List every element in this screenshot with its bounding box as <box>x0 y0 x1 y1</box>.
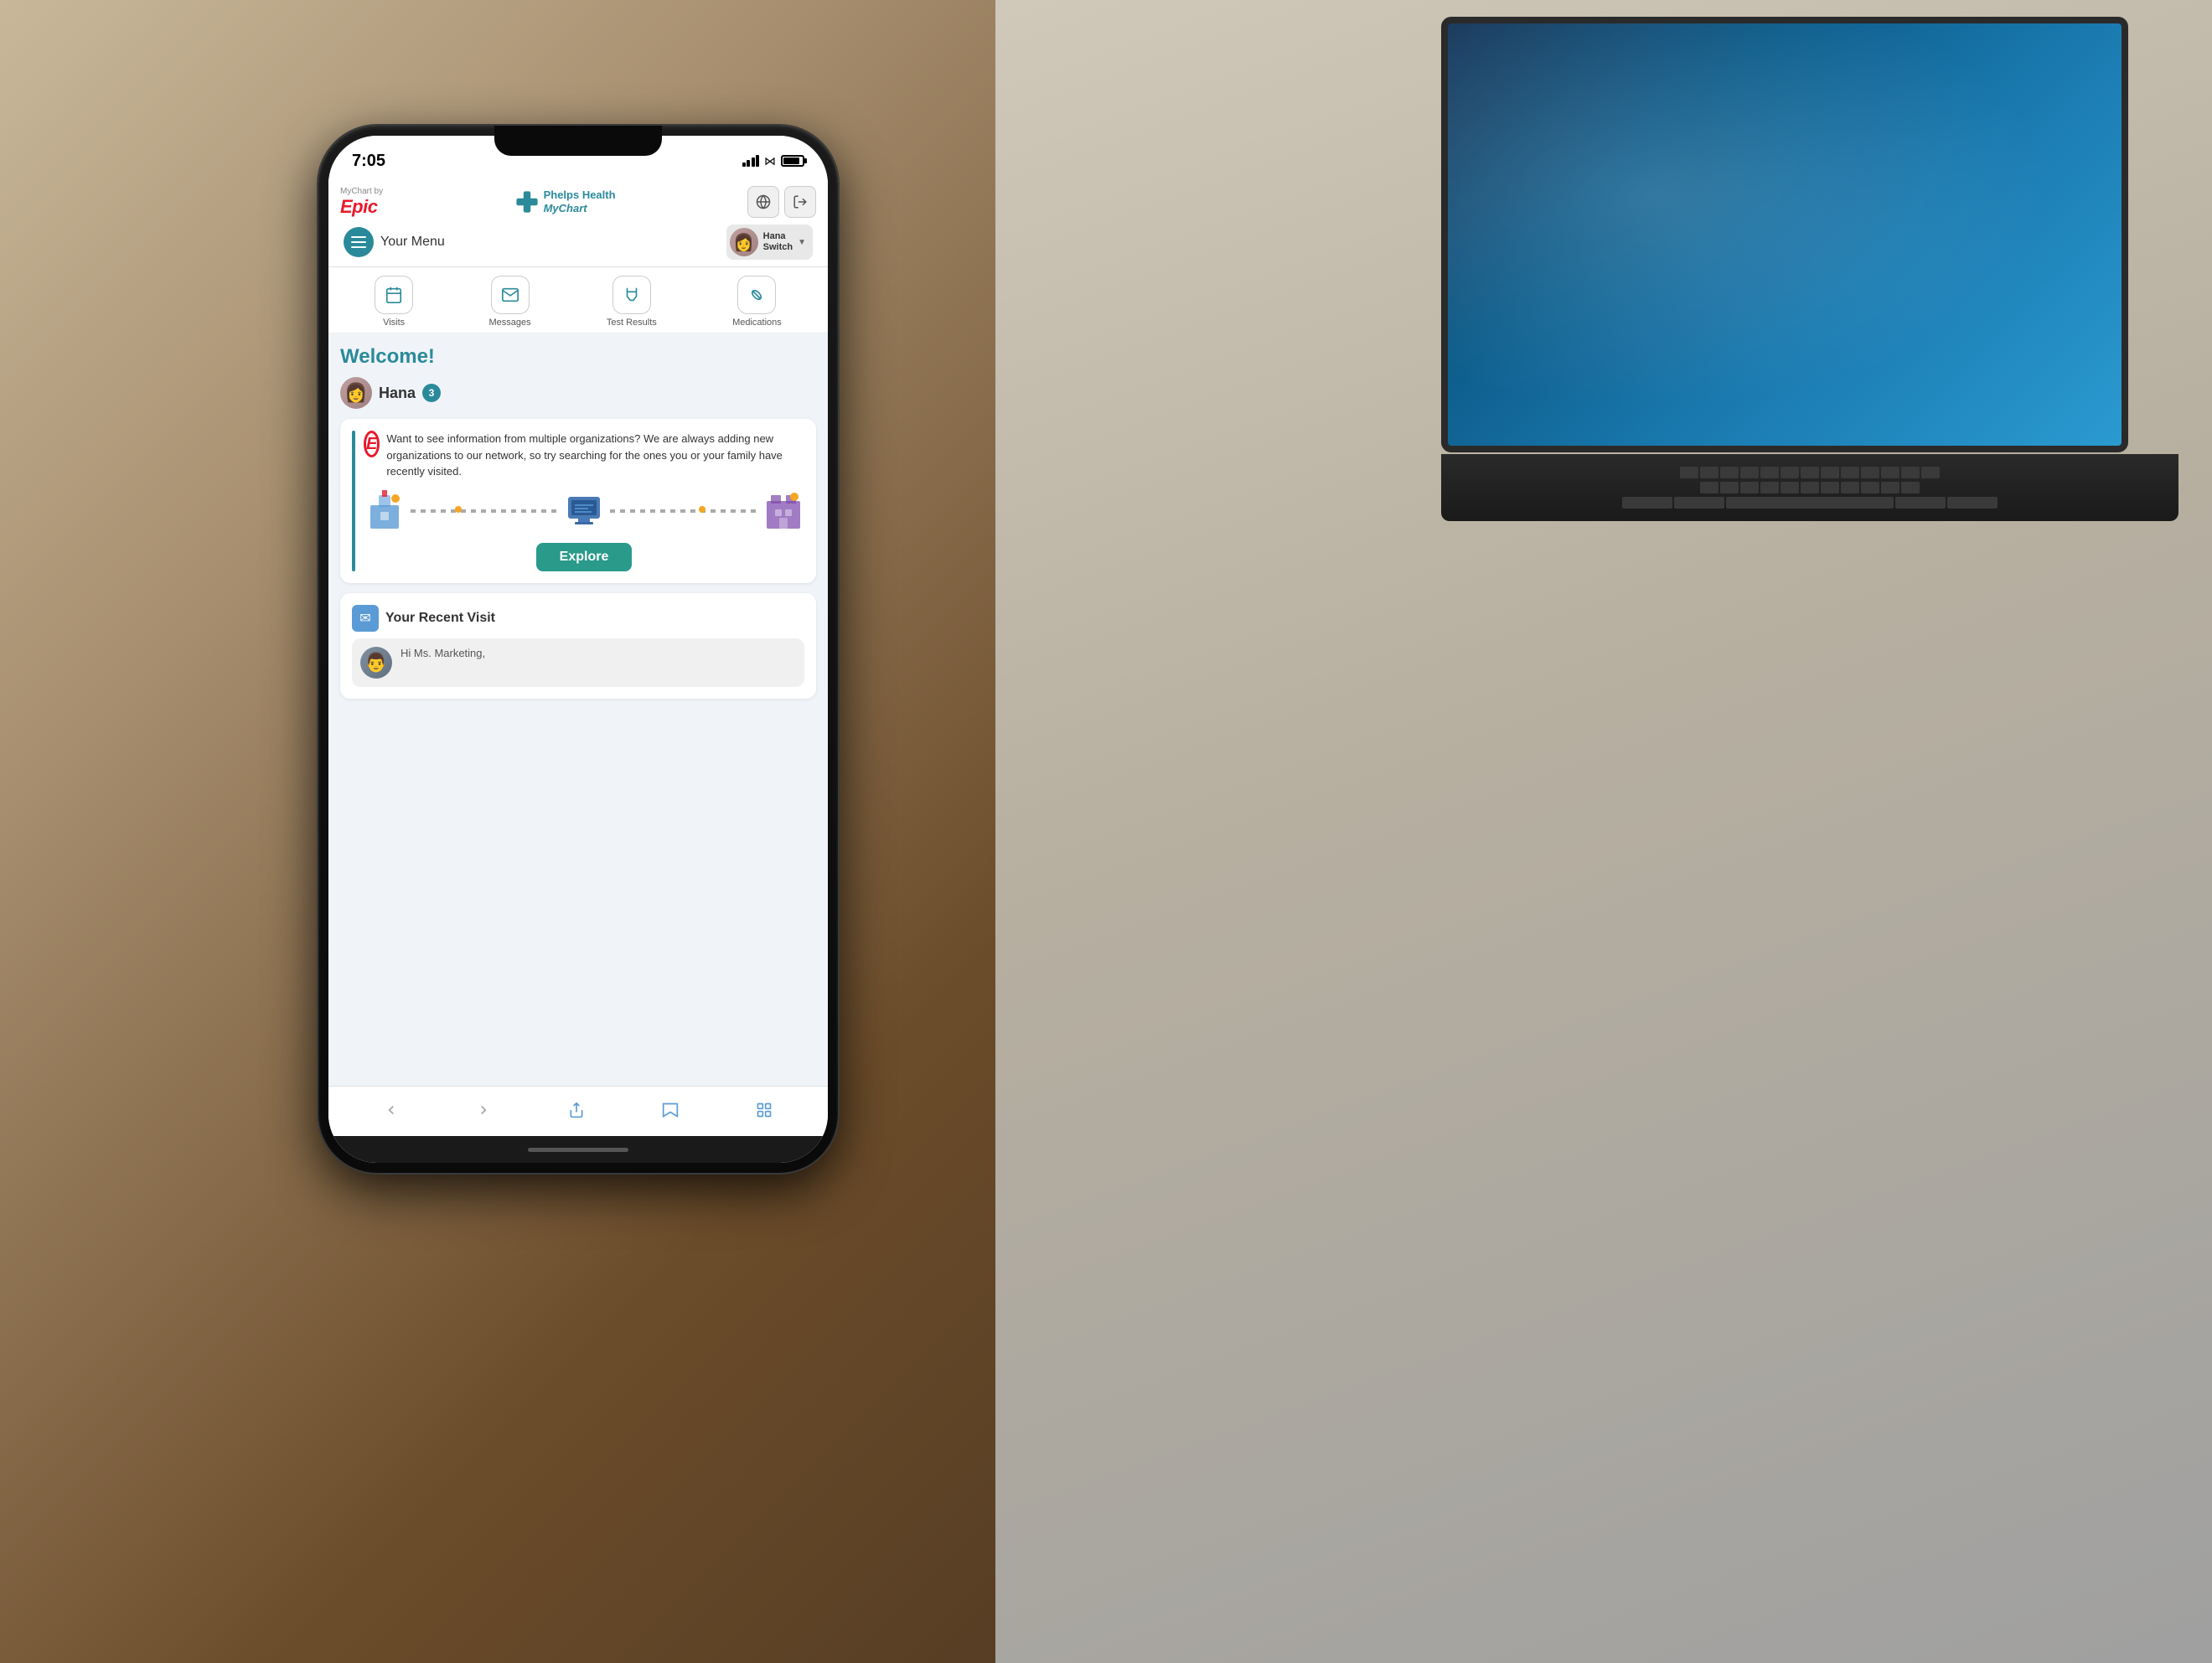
header-buttons <box>747 186 816 218</box>
hamburger-icon <box>344 227 374 257</box>
visits-action[interactable]: Visits <box>375 276 413 328</box>
wifi-icon: ⋈ <box>764 154 776 168</box>
user-greeting-name: Hana <box>379 385 416 402</box>
logout-button[interactable] <box>784 186 816 218</box>
your-menu-label: Your Menu <box>380 235 445 250</box>
epic-e-logo: E <box>364 431 380 457</box>
phone-notch <box>494 126 662 156</box>
mychart-by-label: MyChart by <box>340 187 383 196</box>
epic-logo: MyChart by Epic <box>340 187 383 218</box>
laptop-screen <box>1441 17 2128 452</box>
org-card-text: Want to see information from multiple or… <box>386 431 804 480</box>
desk-background <box>995 0 2212 1663</box>
card-left-bar <box>352 431 355 571</box>
laptop-keyboard <box>1441 454 2178 521</box>
app-content: MyChart by Epic Phelps Health MyChar <box>328 179 828 1163</box>
messages-label: Messages <box>488 318 530 328</box>
building-icon-2 <box>762 488 804 535</box>
home-indicator <box>328 1136 828 1163</box>
organization-card: E Want to see information from multiple … <box>340 419 816 583</box>
app-header: MyChart by Epic Phelps Health MyChar <box>328 179 828 267</box>
bottom-navigation <box>328 1086 828 1136</box>
back-button[interactable] <box>384 1103 399 1118</box>
doctor-avatar: 👨 <box>360 647 392 679</box>
status-time: 7:05 <box>352 152 385 171</box>
quick-actions-bar: Visits Messages <box>328 267 828 333</box>
menu-button[interactable]: Your Menu <box>344 227 445 257</box>
visit-preview-text: Hi Ms. Marketing, <box>401 647 485 679</box>
monitor-icon <box>563 488 605 535</box>
card-body: E Want to see information from multiple … <box>364 431 804 571</box>
phelps-name: Phelps Health <box>544 189 616 202</box>
phone-device: 7:05 ⋈ <box>318 126 838 1173</box>
connect-line-1 <box>411 509 558 513</box>
chevron-down-icon: ▼ <box>798 238 806 247</box>
visits-label: Visits <box>383 318 405 328</box>
recent-visit-card: ✉ Your Recent Visit 👨 Hi Ms. Marketing, <box>340 593 816 699</box>
signal-icon <box>742 155 760 167</box>
header-top: MyChart by Epic Phelps Health MyChar <box>340 186 816 218</box>
home-bar <box>528 1148 628 1152</box>
status-icons: ⋈ <box>742 154 805 168</box>
user-greeting-row: 👩 Hana 3 <box>340 377 816 409</box>
bookmarks-button[interactable] <box>662 1102 679 1118</box>
visit-preview[interactable]: 👨 Hi Ms. Marketing, <box>352 638 804 687</box>
medications-icon <box>737 276 776 314</box>
phone-screen: 7:05 ⋈ <box>328 136 828 1163</box>
mychart-branded: MyChart <box>544 202 616 215</box>
notification-badge[interactable]: 3 <box>422 384 441 402</box>
tabs-button[interactable] <box>756 1102 773 1118</box>
phelps-health-logo: Phelps Health MyChart <box>515 189 616 214</box>
user-switcher[interactable]: 👩 Hana Switch ▼ <box>726 225 813 260</box>
user-greeting-avatar: 👩 <box>340 377 372 409</box>
globe-button[interactable] <box>747 186 779 218</box>
phelps-cross-icon <box>515 190 539 214</box>
visit-header: ✉ Your Recent Visit <box>352 605 804 632</box>
avatar: 👩 <box>730 228 758 256</box>
main-scroll-area[interactable]: Welcome! 👩 Hana 3 E Want to see i <box>328 333 828 1086</box>
recent-visit-title: Your Recent Visit <box>385 611 495 626</box>
network-illustration <box>364 488 804 535</box>
user-display-switch: Switch <box>763 242 793 253</box>
phelps-text: Phelps Health MyChart <box>544 189 616 214</box>
visit-envelope-icon: ✉ <box>352 605 379 632</box>
test-results-icon <box>612 276 651 314</box>
menu-row: Your Menu 👩 Hana Switch ▼ <box>340 225 816 260</box>
hospital-icon-1 <box>364 488 406 535</box>
visits-icon <box>375 276 413 314</box>
share-button[interactable] <box>568 1102 585 1118</box>
hand-phone-container: 7:05 ⋈ <box>151 84 1072 1592</box>
epic-brand-text: Epic <box>340 196 377 218</box>
welcome-heading: Welcome! <box>340 345 816 369</box>
medications-label: Medications <box>732 318 782 328</box>
connect-line-2 <box>610 509 757 513</box>
explore-button[interactable]: Explore <box>536 543 633 571</box>
test-results-action[interactable]: Test Results <box>607 276 657 328</box>
messages-action[interactable]: Messages <box>488 276 530 328</box>
battery-icon <box>781 155 804 167</box>
medications-action[interactable]: Medications <box>732 276 782 328</box>
laptop <box>1441 17 2195 519</box>
user-display-name: Hana <box>763 231 793 242</box>
forward-button[interactable] <box>476 1103 491 1118</box>
test-results-label: Test Results <box>607 318 657 328</box>
messages-icon <box>491 276 530 314</box>
